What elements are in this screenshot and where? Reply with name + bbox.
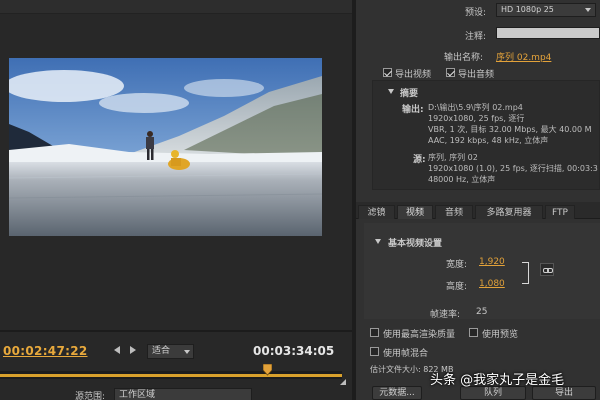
summary-source-line: 48000 Hz, 立体声 [428, 175, 496, 184]
current-timecode[interactable]: 00:02:47:22 [3, 344, 88, 358]
tab-audio[interactable]: 音频 [435, 205, 473, 219]
zoom-fit-value: 适合 [152, 346, 171, 356]
tab-ftp[interactable]: FTP [545, 205, 575, 219]
output-name-link[interactable]: 序列 02.mp4 [496, 50, 551, 63]
export-video-label: 导出视频 [395, 70, 432, 80]
width-field[interactable]: 1,920 [479, 257, 505, 267]
tab-filters[interactable]: 滤镜 [358, 205, 395, 219]
export-button[interactable]: 导出 [532, 386, 596, 400]
preset-value: HD 1080p 25 [501, 5, 554, 14]
summary-output-line: AAC, 192 kbps, 48 kHz, 立体声 [428, 136, 549, 145]
video-preview [9, 58, 322, 236]
max-render-quality-checkbox[interactable] [370, 328, 379, 337]
chevron-down-icon [585, 8, 591, 12]
output-name-label: 输出名称: [444, 53, 484, 63]
summary-output-line: D:\输出\5.9\序列 02.mp4 [428, 103, 523, 112]
video-section-title: 基本视频设置 [388, 239, 443, 249]
framerate-value[interactable]: 25 [476, 307, 487, 317]
export-audio-checkbox[interactable] [446, 68, 455, 77]
height-field[interactable]: 1,080 [479, 279, 505, 289]
export-audio-label: 导出音频 [458, 70, 495, 80]
preset-select[interactable]: HD 1080p 25 [496, 3, 596, 17]
height-label: 高度: [446, 282, 468, 292]
preview-divider [0, 330, 352, 332]
timeline-work-area [0, 374, 342, 377]
summary-title: 摘要 [400, 89, 419, 99]
frame-blending-checkbox[interactable] [370, 347, 379, 356]
framerate-label: 帧速率: [430, 310, 461, 320]
range-end-handle-icon[interactable] [340, 379, 346, 385]
video-frame-image [9, 58, 322, 236]
aspect-link-bracket [522, 262, 529, 284]
max-render-quality-label: 使用最高渲染质量 [383, 330, 456, 340]
comment-input[interactable] [496, 27, 600, 39]
source-range-label: 源范围: [75, 392, 106, 400]
collapse-triangle-icon[interactable] [388, 89, 394, 94]
frame-blending-label: 使用帧混合 [383, 349, 429, 359]
summary-output-line: VBR, 1 次, 目标 32.00 Mbps, 最大 40.00 M [428, 125, 592, 134]
width-label: 宽度: [446, 260, 468, 270]
preview-panel-header [0, 0, 352, 14]
comment-label: 注释: [465, 32, 487, 42]
summary-source-line: 1920x1080 (1.0), 25 fps, 逐行扫描, 00:03:3 [428, 164, 598, 173]
playhead-icon[interactable] [262, 363, 273, 376]
use-previews-label: 使用预览 [482, 330, 519, 340]
source-range-select[interactable]: 工作区域 [114, 388, 252, 400]
summary-source-label: 源: [413, 155, 426, 165]
zoom-fit-select[interactable]: 适合 [147, 344, 194, 359]
metadata-button[interactable]: 元数据... [372, 386, 422, 400]
summary-source-line: 序列, 序列 02 [428, 153, 478, 162]
queue-button[interactable]: 队列 [460, 386, 526, 400]
chain-link-icon[interactable] [540, 263, 554, 276]
watermark-text: 头条 @我家丸子是金毛 [430, 373, 565, 388]
mark-out-icon[interactable] [130, 346, 136, 354]
summary-output-line: 1920x1080, 25 fps, 逐行 [428, 114, 525, 123]
chevron-down-icon [184, 350, 190, 354]
use-previews-checkbox[interactable] [469, 328, 478, 337]
summary-output-label: 输出: [402, 105, 424, 115]
tab-video[interactable]: 视频 [397, 205, 433, 219]
duration-timecode: 00:03:34:05 [253, 344, 335, 358]
collapse-triangle-icon[interactable] [375, 239, 381, 244]
tab-multiplexer[interactable]: 多路复用器 [475, 205, 543, 219]
preset-label: 预设: [465, 8, 487, 18]
mark-in-icon[interactable] [114, 346, 120, 354]
export-video-checkbox[interactable] [383, 68, 392, 77]
